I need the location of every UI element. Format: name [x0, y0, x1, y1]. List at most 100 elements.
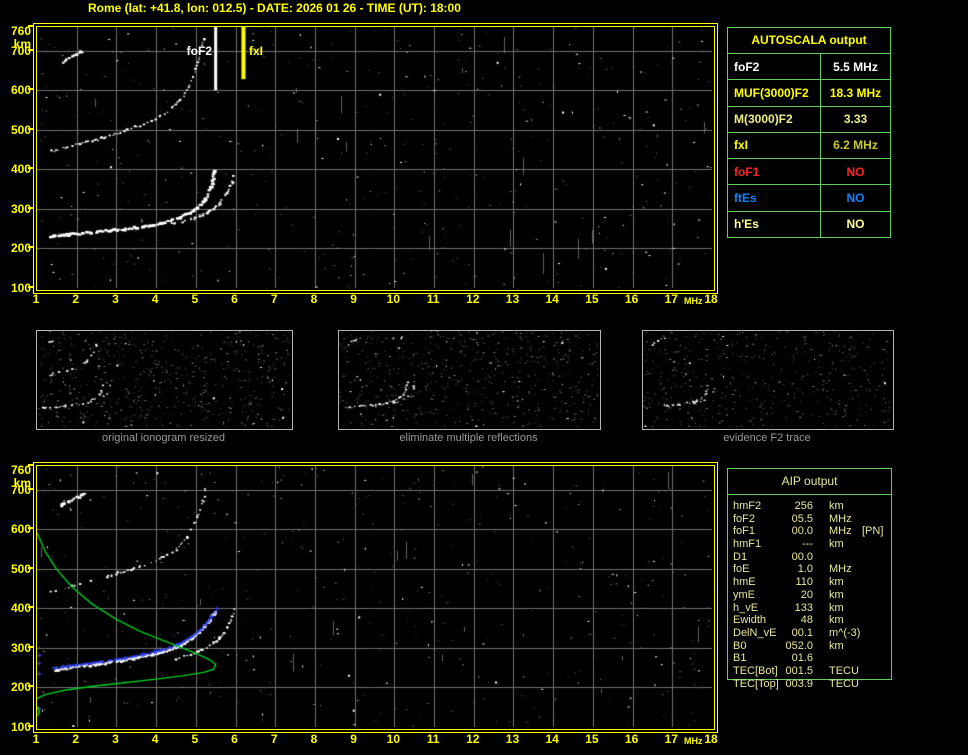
x-tick-label: 4: [151, 292, 159, 306]
aip-row-value: 256: [794, 500, 813, 512]
panel-evidence-f2-trace-label: evidence F2 trace: [723, 432, 811, 444]
aip-table-row: foF1 00.0 MHz [PN]: [727, 525, 892, 538]
aip-row-label: hmE: [733, 576, 756, 589]
x-tick-label: 11: [426, 292, 440, 306]
x-tick-label: 6: [231, 292, 238, 306]
x-tick-label: 14: [545, 732, 559, 746]
foF2-marker-label: foF2: [186, 44, 212, 58]
y-axis-tick: [28, 88, 33, 91]
x-tick-label: 16: [624, 732, 639, 746]
autoscala-row-value: NO: [846, 217, 865, 232]
autoscala-row-label: M(3000)F2: [728, 106, 821, 132]
aip-row-label: foF1: [733, 525, 756, 538]
x-tick-label: 10: [386, 732, 401, 746]
aip-row-label: foF2: [733, 512, 756, 525]
y-axis-tick: [28, 464, 33, 466]
page-title: Rome (lat: +41.8, lon: 012.5) - DATE: 20…: [88, 1, 461, 15]
aip-row-value: 133: [794, 601, 813, 614]
aip-row-value: 20: [800, 588, 813, 601]
panel-original-ionogram-label: original ionogram resized: [102, 432, 225, 444]
autoscala-row-value: 5.5 MHz: [833, 59, 878, 74]
aip-table-title: AIP output: [728, 469, 891, 495]
aip-row-unit: km: [829, 538, 844, 551]
x-tick-label: 3: [112, 732, 119, 746]
y-axis-tick: [28, 25, 33, 27]
panel-original-ionogram-image: [37, 331, 290, 427]
aip-row-label: D1: [733, 550, 748, 563]
x-tick-label: 7: [270, 292, 278, 306]
aip-row-value: 052.0: [785, 639, 813, 652]
y-axis-tick: [28, 48, 33, 51]
aip-table-rows: hmF2 256 km foF2 05.5 MHz foF1 00.0 MHz [PN] hmF1-…: [727, 500, 892, 690]
autoscala-table-row: h'Es NO: [728, 211, 890, 237]
x-tick-label: 11: [426, 732, 440, 746]
x-tick-label: 8: [310, 732, 318, 746]
x-tick-label: 12: [466, 292, 480, 306]
y-axis-tick: [28, 685, 33, 688]
aip-row-unit: MHz: [829, 563, 852, 576]
panel-evidence-f2-trace-image: [643, 331, 891, 427]
y-tick-label: 400: [10, 601, 31, 616]
aip-table-row: TEC[Top] 003.9 TECU: [727, 678, 892, 691]
y-axis-tick: [28, 645, 33, 648]
x-tick-label: 15: [585, 732, 599, 746]
y-tick-label: 100: [10, 281, 31, 295]
y-axis-tick: [28, 606, 33, 609]
scaled-ionogram-plot: [37, 27, 712, 288]
autoscala-row-value: NO: [846, 164, 865, 179]
x-tick-label: 14: [545, 292, 559, 306]
aip-row-value: 00.0: [791, 525, 813, 538]
y-tick-label: 700: [10, 43, 31, 58]
x-tick-label: 5: [191, 292, 199, 306]
aip-row-unit: MHz: [829, 512, 852, 525]
y-axis-tick: [28, 725, 33, 727]
aip-row-value: 1.0: [797, 563, 813, 576]
aip-table-row: foF2 05.5 MHz: [727, 513, 892, 526]
aip-row-value: 05.5: [791, 512, 813, 525]
x-tick-label: 13: [505, 732, 520, 746]
aip-row-unit: MHz: [829, 525, 852, 538]
aip-row-unit: TECU: [829, 664, 859, 677]
aip-table-row: Ewidth 48 km: [727, 614, 892, 627]
panel-evidence-f2-trace: [642, 330, 894, 430]
aip-table-row: hmE 110 km: [727, 576, 892, 589]
aip-table-row: ymE 20 km: [727, 589, 892, 602]
autoscala-table-row: MUF(3000)F2 18.3 MHz: [728, 80, 890, 107]
x-tick-label: 4: [151, 732, 159, 746]
aip-row-unit: km: [829, 576, 844, 589]
autoscala-table-row: foF2 5.5 MHz: [728, 54, 890, 81]
autoscala-row-label: MUF(3000)F2: [728, 80, 821, 106]
aip-row-value: 01.6: [791, 652, 813, 665]
aip-row-label: B0: [733, 639, 747, 652]
x-tick-label: 2: [72, 292, 80, 306]
panel-eliminate-reflections-image: [339, 331, 598, 427]
autoscala-table-row: ftEs NO: [728, 185, 890, 212]
y-tick-label: 300: [10, 640, 31, 655]
autoscala-table-row: M(3000)F2 3.33: [728, 106, 890, 133]
aip-row-value: ---: [802, 538, 813, 551]
aip-row-label: B1: [733, 652, 747, 665]
x-tick-label: 15: [585, 292, 599, 306]
y-axis-tick: [28, 487, 33, 490]
autoscala-row-value: 18.3 MHz: [829, 85, 882, 100]
autoscala-table-row: foF1 NO: [728, 159, 890, 186]
autoscala-output-table: AUTOSCALA output foF2 5.5 MHz MUF(3000)F2 1…: [727, 27, 891, 238]
x-tick-label: 18: [704, 292, 718, 306]
aip-row-value: 48: [800, 614, 813, 627]
autoscala-row-label: fxI: [728, 132, 821, 159]
x-tick-label: 6: [231, 732, 238, 746]
y-axis-tick: [28, 566, 33, 569]
aip-row-value: 00.0: [791, 550, 813, 563]
profile-ionogram-plot: [37, 466, 712, 727]
autoscala-row-label: ftEs: [728, 185, 821, 211]
aip-row-unit: km: [829, 500, 844, 512]
aip-row-value: 110: [795, 576, 813, 589]
aip-row-unit: km: [829, 639, 844, 652]
x-tick-label: 17: [664, 292, 678, 306]
autoscala-row-label: foF2: [728, 54, 821, 80]
y-axis-tick: [28, 127, 33, 130]
y-axis-tick: [28, 286, 33, 288]
aip-table-row: h_vE 133 km: [727, 602, 892, 615]
autoscala-table-title: AUTOSCALA output: [728, 28, 890, 54]
aip-table-row: hmF2 256 km: [727, 500, 892, 513]
